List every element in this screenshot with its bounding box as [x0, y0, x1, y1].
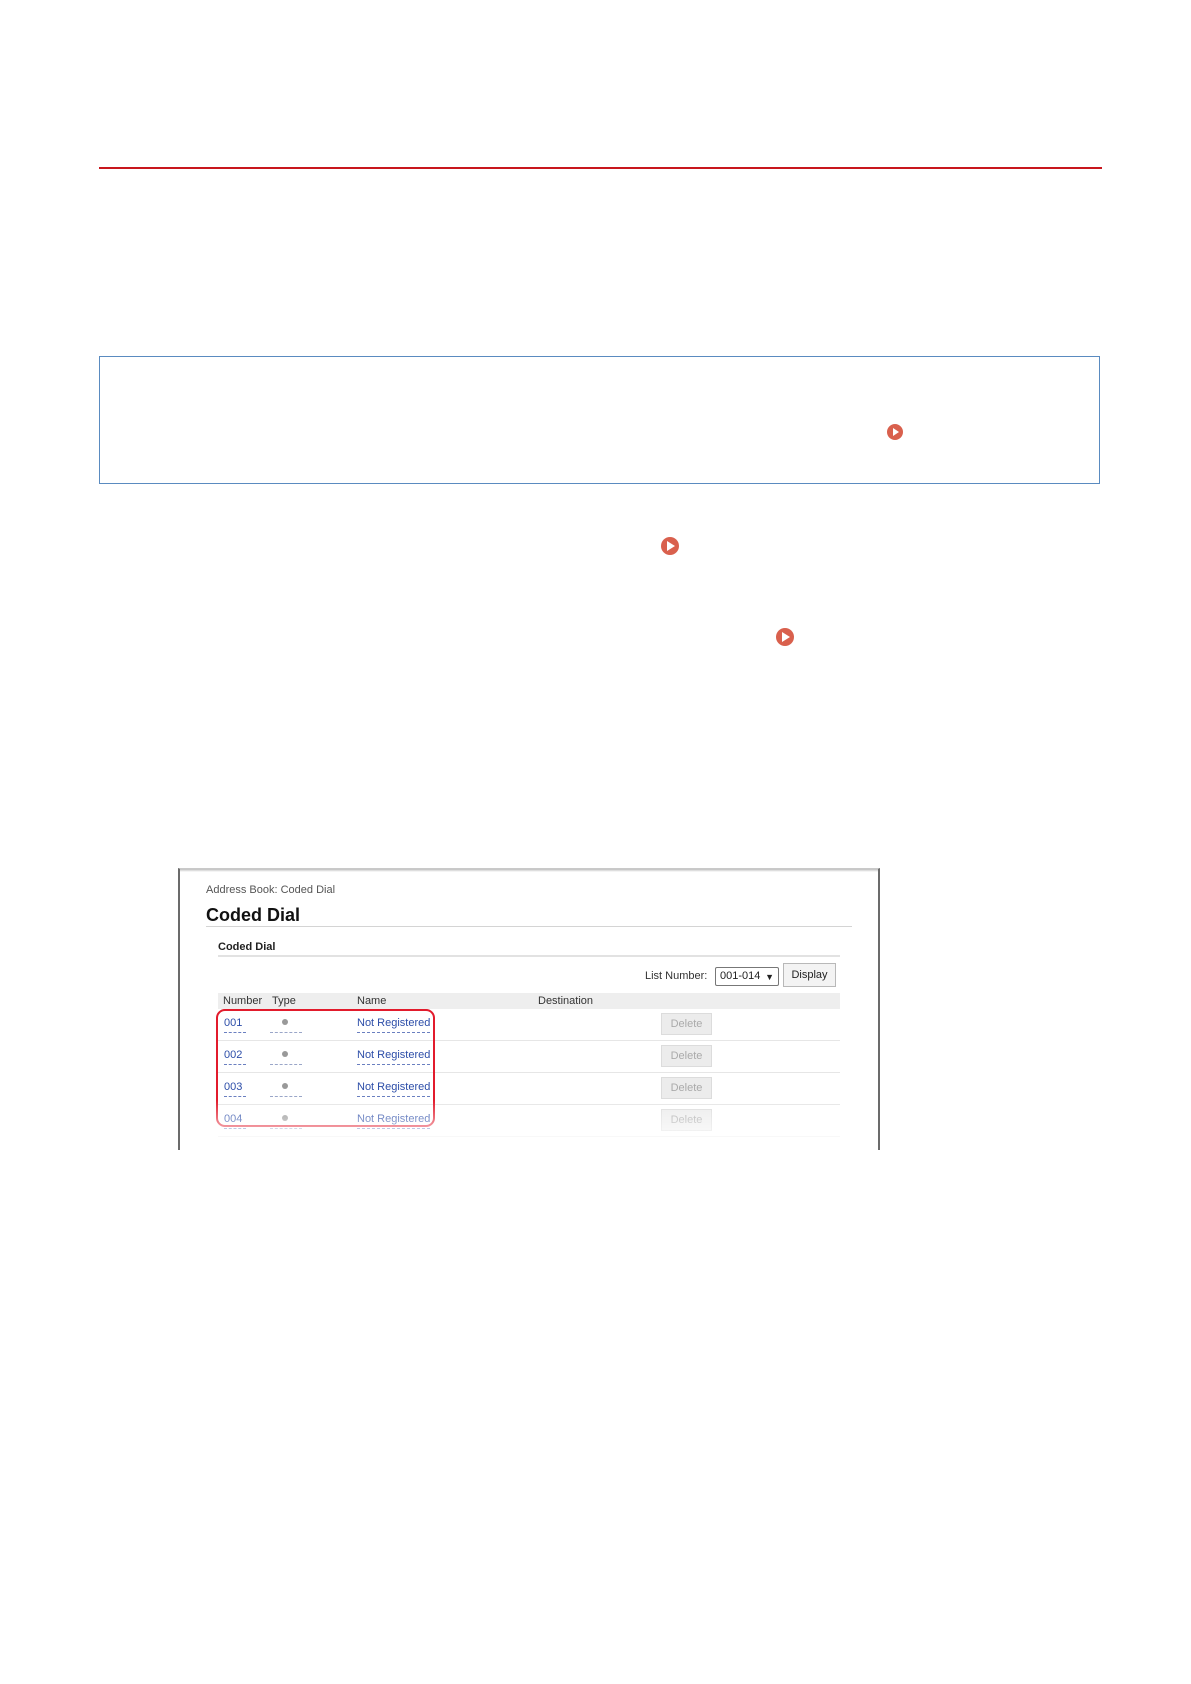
breadcrumb: Address Book: Coded Dial — [206, 884, 336, 896]
section-divider — [218, 955, 840, 957]
info-box — [99, 356, 1100, 484]
display-button[interactable]: Display — [783, 963, 836, 987]
delete-button[interactable]: Delete — [661, 1077, 712, 1099]
type-link[interactable] — [270, 1128, 302, 1129]
table-header: Number Type Name Destination — [218, 993, 840, 1009]
page-title: Coded Dial — [206, 905, 301, 925]
title-divider — [206, 926, 852, 927]
list-number-label: List Number: — [645, 970, 708, 982]
highlight-frame — [216, 1009, 435, 1127]
delete-button[interactable]: Delete — [661, 1013, 712, 1035]
column-header-type: Type — [272, 995, 296, 1007]
column-header-number: Number — [223, 995, 263, 1007]
heading-rule — [99, 167, 1102, 169]
section-title: Coded Dial — [218, 941, 276, 953]
chevron-down-icon: ▼ — [765, 972, 774, 982]
delete-button[interactable]: Delete — [661, 1045, 712, 1067]
link-arrow-icon[interactable] — [776, 628, 794, 646]
column-header-name: Name — [357, 995, 387, 1007]
list-number-select[interactable]: 001-014 ▼ — [715, 967, 779, 986]
delete-button[interactable]: Delete — [661, 1109, 712, 1131]
list-number-value: 001-014 — [720, 970, 761, 982]
column-header-destination: Destination — [538, 995, 594, 1007]
link-arrow-icon[interactable] — [661, 537, 679, 555]
link-arrow-icon[interactable] — [887, 424, 903, 440]
coded-dial-screenshot: Address Book: Coded Dial Coded Dial Code… — [178, 868, 880, 1150]
